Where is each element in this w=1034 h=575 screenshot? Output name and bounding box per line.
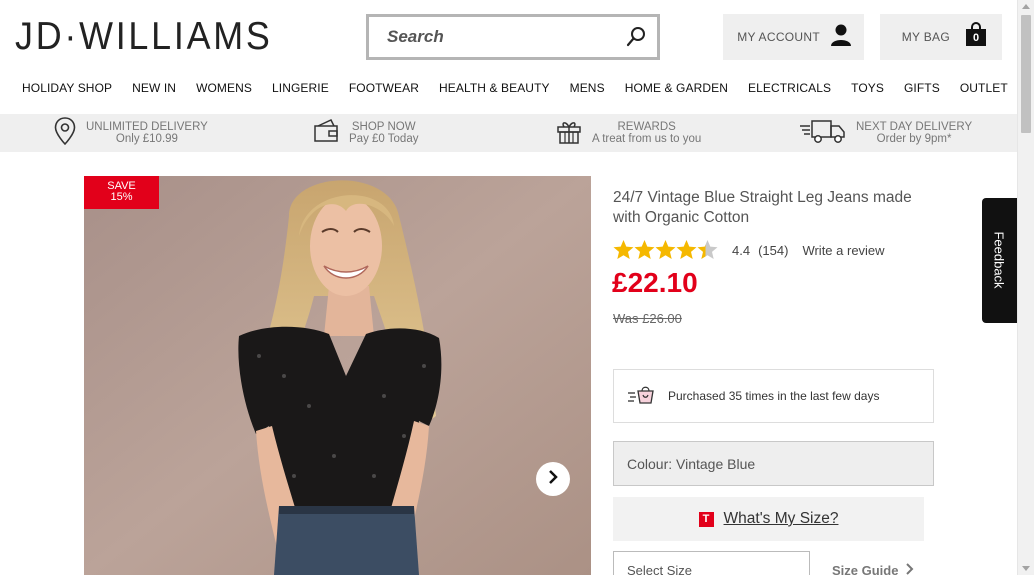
- was-price: Was £26.00: [613, 311, 682, 326]
- purchased-notice: Purchased 35 times in the last few days: [613, 369, 934, 423]
- product-title: 24/7 Vintage Blue Straight Leg Jeans mad…: [613, 189, 912, 226]
- review-count[interactable]: (154): [758, 243, 788, 258]
- nav-holiday-shop[interactable]: HOLIDAY SHOP: [12, 78, 122, 100]
- current-price: £22.10: [612, 267, 698, 298]
- main-nav: HOLIDAY SHOP NEW IN WOMENS LINGERIE FOOT…: [0, 78, 1017, 100]
- nav-new-in[interactable]: NEW IN: [122, 78, 186, 100]
- star-rating: [613, 239, 718, 261]
- my-bag-button[interactable]: MY BAG 0: [880, 14, 1002, 60]
- usp-subtitle: Order by 9pm*: [876, 133, 952, 145]
- location-pin-icon: [54, 116, 76, 150]
- product-rating: 4.4 (154) Write a review: [613, 239, 885, 261]
- nav-health-beauty[interactable]: HEALTH & BEAUTY: [429, 78, 560, 100]
- star-icon: [613, 240, 634, 259]
- colour-selector[interactable]: Colour: Vintage Blue: [613, 441, 934, 486]
- delivery-truck-icon: [800, 118, 846, 149]
- purchased-text: Purchased 35 times in the last few days: [668, 389, 880, 403]
- usp-title: REWARDS: [617, 120, 676, 133]
- search-input[interactable]: [369, 17, 619, 57]
- size-guide-label: Size Guide: [832, 563, 899, 575]
- user-icon: [830, 24, 852, 51]
- star-icon: [655, 240, 676, 259]
- product-image[interactable]: SAVE 15%: [84, 176, 591, 575]
- chevron-right-icon: [547, 469, 559, 489]
- feedback-tab[interactable]: Feedback: [982, 198, 1017, 323]
- usp-shop-now[interactable]: SHOP NOW Pay £0 Today: [313, 114, 418, 152]
- shopping-bag-icon: 0: [966, 22, 986, 47]
- product-photo: [84, 176, 591, 575]
- shopping-bag-speed-icon: [628, 385, 656, 408]
- my-bag-label: MY BAG: [901, 30, 950, 44]
- scroll-down-arrow-icon[interactable]: [1022, 566, 1030, 571]
- usp-title: SHOP NOW: [351, 120, 416, 133]
- nav-womens[interactable]: WOMENS: [186, 78, 262, 100]
- feedback-label: Feedback: [991, 231, 1007, 289]
- whats-my-size-button[interactable]: T What's My Size?: [613, 497, 924, 541]
- my-account-button[interactable]: MY ACCOUNT: [723, 14, 864, 60]
- scrollbar-thumb[interactable]: [1021, 15, 1031, 133]
- star-half-icon: [697, 240, 718, 259]
- my-account-label: MY ACCOUNT: [737, 30, 820, 44]
- rating-score: 4.4: [732, 242, 751, 258]
- nav-home-garden[interactable]: HOME & GARDEN: [615, 78, 738, 100]
- usp-rewards[interactable]: REWARDS A treat from us to you: [556, 114, 701, 152]
- chevron-right-icon: [906, 563, 914, 575]
- search-icon[interactable]: [625, 26, 647, 48]
- next-image-button[interactable]: [536, 462, 570, 496]
- nav-mens[interactable]: MENS: [560, 78, 615, 100]
- nav-footwear[interactable]: FOOTWEAR: [339, 78, 429, 100]
- star-icon: [676, 240, 697, 259]
- star-icon: [634, 240, 655, 259]
- nav-toys[interactable]: TOYS: [841, 78, 894, 100]
- size-guide-link[interactable]: Size Guide: [832, 563, 914, 575]
- usp-next-day-delivery[interactable]: NEXT DAY DELIVERY Order by 9pm*: [800, 114, 972, 152]
- usp-unlimited-delivery[interactable]: UNLIMITED DELIVERY Only £10.99: [54, 114, 208, 152]
- nav-electricals[interactable]: ELECTRICALS: [738, 78, 841, 100]
- wallet-icon: [313, 118, 339, 149]
- nav-gifts[interactable]: GIFTS: [894, 78, 950, 100]
- search-box: [366, 14, 660, 60]
- save-badge: SAVE 15%: [84, 176, 159, 209]
- usp-subtitle: A treat from us to you: [592, 133, 702, 145]
- whats-my-size-label: What's My Size?: [723, 510, 839, 527]
- gift-icon: [556, 118, 582, 149]
- size-select[interactable]: Select Size: [613, 551, 810, 575]
- bag-count: 0: [966, 29, 986, 46]
- page: JD·WILLIAMS MY ACCOUNT MY BAG 0 HOLIDAY …: [0, 0, 1034, 575]
- usp-title: UNLIMITED DELIVERY: [86, 120, 208, 133]
- size-select-value: Select Size: [627, 563, 693, 575]
- chevron-down-icon: [783, 564, 797, 575]
- nav-outlet[interactable]: OUTLET: [950, 78, 1018, 100]
- site-logo[interactable]: JD·WILLIAMS: [15, 14, 273, 60]
- size-tool-icon: T: [698, 511, 714, 527]
- usp-subtitle: Pay £0 Today: [349, 133, 419, 145]
- usp-title: NEXT DAY DELIVERY: [856, 120, 973, 133]
- write-review-link[interactable]: Write a review: [802, 243, 884, 258]
- save-badge-line2: 15%: [110, 191, 133, 203]
- usp-bar: UNLIMITED DELIVERY Only £10.99 SHOP NOW …: [0, 114, 1017, 152]
- usp-subtitle: Only £10.99: [115, 133, 178, 145]
- page-scrollbar[interactable]: [1017, 0, 1034, 575]
- scroll-up-arrow-icon[interactable]: [1022, 4, 1030, 9]
- nav-lingerie[interactable]: LINGERIE: [262, 78, 339, 100]
